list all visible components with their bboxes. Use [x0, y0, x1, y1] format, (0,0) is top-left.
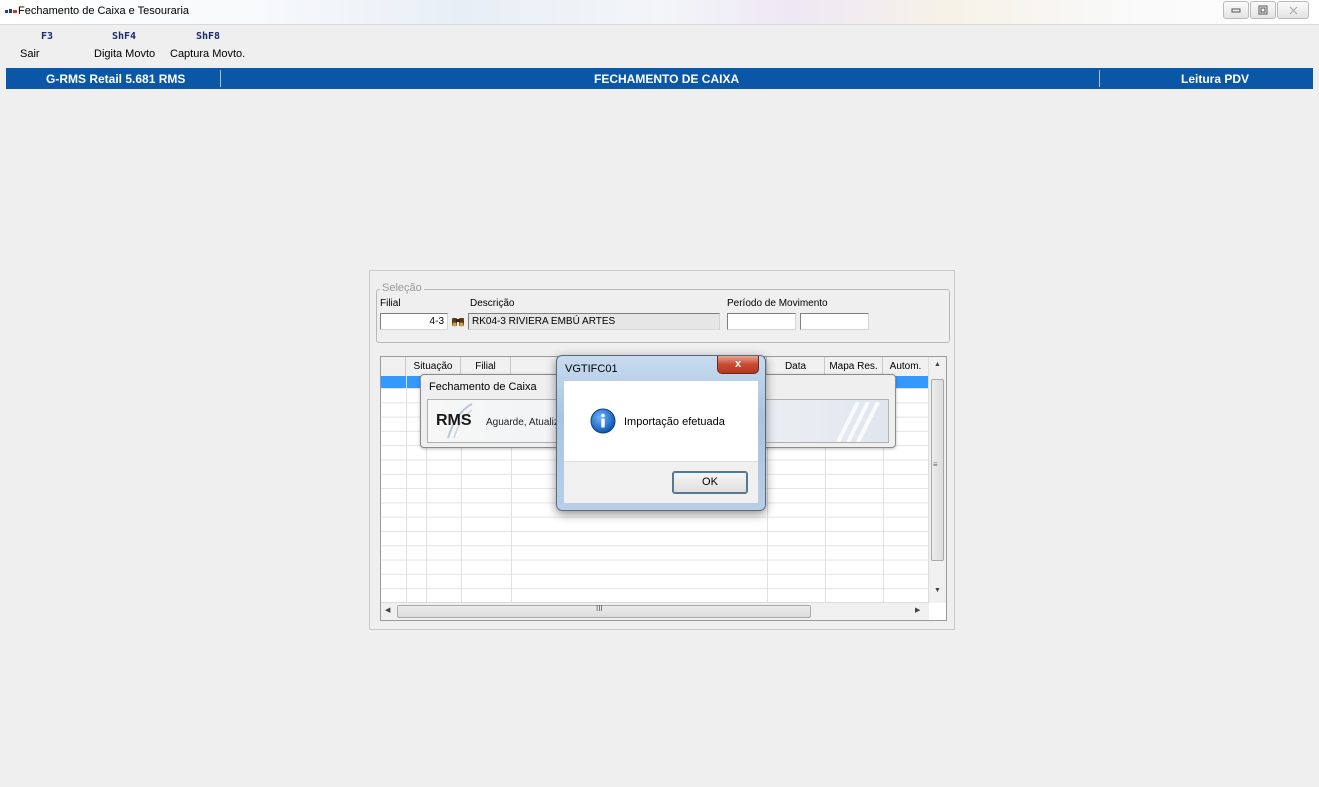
vertical-scrollbar[interactable]: ▲ ≡ ▼: [928, 357, 946, 603]
selection-legend: Seleção: [380, 282, 424, 294]
window-controls: [1223, 1, 1309, 19]
grip-icon: ≡: [933, 460, 938, 469]
horizontal-scroll-thumb[interactable]: III: [397, 604, 811, 618]
close-icon: x: [734, 358, 742, 370]
progress-message: Aguarde, Atualiz: [486, 417, 559, 428]
periodo-inicio-field[interactable]: [727, 313, 796, 330]
scroll-left-icon[interactable]: ◀: [385, 606, 390, 614]
descricao-label: Descrição: [470, 298, 515, 309]
restore-icon: [1258, 5, 1268, 15]
header-divider: [1099, 70, 1100, 87]
system-version: G-RMS Retail 5.681 RMS: [46, 72, 186, 86]
info-icon: [590, 408, 616, 434]
header-divider: [220, 70, 221, 87]
minimize-icon: [1231, 8, 1241, 13]
fkey-sair[interactable]: F3 Sair: [20, 31, 62, 60]
scroll-down-icon[interactable]: ▼: [934, 587, 941, 594]
filial-label: Filial: [380, 298, 401, 309]
message-text: Importação efetuada: [624, 416, 725, 428]
dialog-close-button[interactable]: x: [717, 356, 759, 374]
fkey-label: Digita Movto: [94, 48, 156, 60]
fkey-key: ShF8: [196, 31, 221, 42]
close-button[interactable]: [1277, 1, 1309, 19]
message-dialog: VGTIFC01 x Importação efetuada OK: [556, 355, 766, 511]
close-icon: [1289, 6, 1297, 14]
module-title: FECHAMENTO DE CAIXA: [594, 72, 740, 86]
periodo-label: Período de Movimento: [727, 298, 828, 309]
rms-logo: RMS: [436, 412, 472, 429]
scroll-up-icon[interactable]: ▲: [934, 361, 941, 368]
progress-dialog-title: Fechamento de Caixa: [429, 381, 537, 393]
scroll-right-icon[interactable]: ▶: [915, 606, 920, 614]
restore-button[interactable]: [1250, 1, 1276, 19]
grid-header-indicator: [381, 357, 406, 376]
fkey-captura-movto[interactable]: ShF8 Captura Movto.: [170, 31, 260, 60]
fkey-digita-movto[interactable]: ShF4 Digita Movto: [94, 31, 168, 60]
window-titlebar: Fechamento de Caixa e Tesouraria: [0, 0, 1319, 25]
grid-column-line: [406, 376, 407, 603]
fkey-key: F3: [40, 31, 54, 42]
vertical-scroll-thumb[interactable]: ≡: [931, 379, 944, 561]
module-mode: Leitura PDV: [1181, 72, 1250, 86]
binoculars-search-icon[interactable]: [450, 313, 466, 329]
app-icon: [5, 9, 17, 13]
message-dialog-footer: OK: [564, 461, 758, 503]
message-dialog-title: VGTIFC01: [565, 363, 618, 375]
fkey-label: Captura Movto.: [170, 48, 246, 60]
window-title: Fechamento de Caixa e Tesouraria: [18, 5, 190, 17]
fkey-key: ShF4: [112, 31, 137, 42]
ok-button[interactable]: OK: [672, 471, 748, 494]
module-header-bar: G-RMS Retail 5.681 RMS FECHAMENTO DE CAI…: [6, 68, 1313, 89]
horizontal-scrollbar[interactable]: ◀ III ▶: [381, 602, 929, 620]
decorative-stripes-icon: [836, 402, 880, 442]
message-dialog-body: Importação efetuada: [564, 381, 758, 461]
descricao-field: RK04-3 RIVIERA EMBÚ ARTES: [468, 313, 720, 330]
filial-field[interactable]: 4-3: [380, 313, 448, 330]
selection-groupbox: Seleção Filial 4-3 Descrição RK04-3 RIVI…: [376, 282, 950, 343]
function-key-toolbar: F3 Sair ShF4 Digita Movto ShF8 Captura M…: [0, 31, 400, 67]
periodo-fim-field[interactable]: [800, 313, 869, 330]
scroll-grip: III: [596, 604, 603, 613]
minimize-button[interactable]: [1223, 1, 1249, 19]
fkey-label: Sair: [20, 48, 40, 60]
